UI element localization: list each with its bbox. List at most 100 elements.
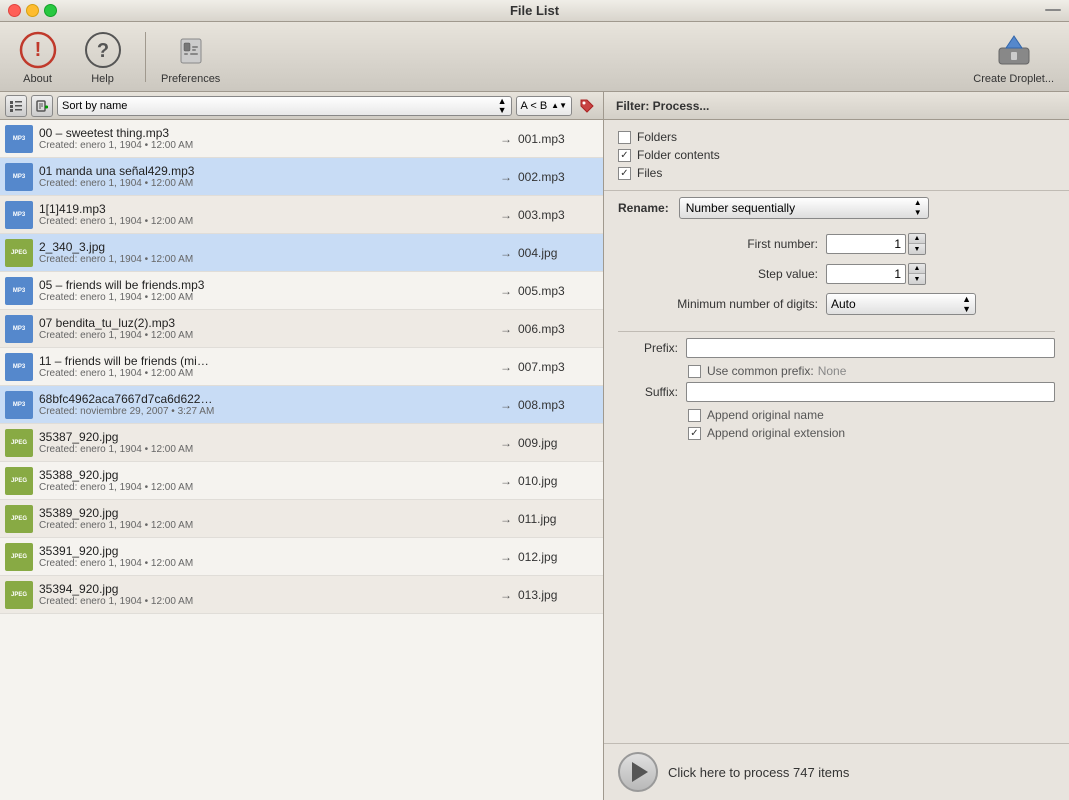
list-item[interactable]: MP3 05 – friends will be friends.mp3 Cre… [0, 272, 603, 310]
file-newname: 004.jpg [518, 246, 598, 260]
suffix-label: Suffix: [618, 385, 678, 399]
use-common-prefix-checkbox[interactable] [688, 365, 701, 378]
order-select[interactable]: A < B ▲▼ [516, 96, 572, 116]
step-value-stepper[interactable]: ▲ ▼ [908, 263, 926, 285]
file-info: 35394_920.jpg Created: enero 1, 1904 • 1… [39, 582, 494, 607]
prefix-input[interactable] [686, 338, 1055, 358]
suffix-input[interactable] [686, 382, 1055, 402]
min-digits-row: Minimum number of digits: Auto ▲▼ [618, 293, 1055, 315]
file-arrow: → [500, 550, 512, 564]
list-item[interactable]: JPEG 35387_920.jpg Created: enero 1, 190… [0, 424, 603, 462]
list-item[interactable]: MP3 01 manda una señal429.mp3 Created: e… [0, 158, 603, 196]
step-value-input[interactable] [826, 264, 906, 284]
rename-mode-select[interactable]: Number sequentially ▲▼ [679, 197, 929, 219]
create-droplet-button[interactable]: Create Droplet... [973, 29, 1054, 85]
file-type-icon: JPEG [5, 543, 33, 571]
use-common-prefix-label: Use common prefix: [707, 364, 814, 378]
file-meta: Created: enero 1, 1904 • 12:00 AM [39, 330, 494, 341]
file-name: 68bfc4962aca7667d7ca6d622… [39, 392, 494, 406]
file-newname: 005.mp3 [518, 284, 598, 298]
files-checkbox[interactable] [618, 167, 631, 180]
preferences-button[interactable]: Preferences [161, 29, 220, 85]
about-label: About [23, 73, 52, 85]
file-arrow: → [500, 284, 512, 298]
list-item[interactable]: JPEG 35388_920.jpg Created: enero 1, 190… [0, 462, 603, 500]
file-meta: Created: noviembre 29, 2007 • 3:27 AM [39, 406, 494, 417]
form-section: First number: ▲ ▼ Step value: ▲ ▼ [604, 225, 1069, 331]
about-icon: ! [17, 29, 59, 71]
toolbar: ! About ? Help Preferences [0, 22, 1069, 92]
file-list[interactable]: MP3 00 – sweetest thing.mp3 Created: ene… [0, 120, 603, 800]
first-number-up[interactable]: ▲ [909, 234, 925, 244]
folders-checkbox[interactable] [618, 131, 631, 144]
help-label: Help [91, 73, 114, 85]
list-view-button[interactable] [5, 95, 27, 117]
filter-files-row: Files [618, 166, 1055, 180]
list-item[interactable]: JPEG 35394_920.jpg Created: enero 1, 190… [0, 576, 603, 614]
list-item[interactable]: JPEG 2_340_3.jpg Created: enero 1, 1904 … [0, 234, 603, 272]
add-files-button[interactable] [31, 95, 53, 117]
window-title: File List [510, 3, 559, 18]
maximize-button[interactable] [44, 4, 57, 17]
file-meta: Created: enero 1, 1904 • 12:00 AM [39, 368, 494, 379]
file-arrow: → [500, 474, 512, 488]
list-item[interactable]: JPEG 35389_920.jpg Created: enero 1, 190… [0, 500, 603, 538]
append-original-name-checkbox[interactable] [688, 409, 701, 422]
append-original-extension-checkbox[interactable] [688, 427, 701, 440]
file-arrow: → [500, 436, 512, 450]
file-info: 35389_920.jpg Created: enero 1, 1904 • 1… [39, 506, 494, 531]
file-newname: 013.jpg [518, 588, 598, 602]
suffix-row: Suffix: [618, 382, 1055, 402]
filter-title: Filter: Process... [616, 99, 709, 113]
file-meta: Created: enero 1, 1904 • 12:00 AM [39, 520, 494, 531]
file-type-icon: JPEG [5, 239, 33, 267]
prefix-row: Prefix: [618, 338, 1055, 358]
sort-select[interactable]: Sort by name ▲▼ [57, 96, 512, 116]
process-label: Click here to process 747 items [668, 765, 849, 780]
file-meta: Created: enero 1, 1904 • 12:00 AM [39, 444, 494, 455]
file-arrow: → [500, 132, 512, 146]
step-value-down[interactable]: ▼ [909, 274, 925, 284]
file-newname: 001.mp3 [518, 132, 598, 146]
file-arrow: → [500, 322, 512, 336]
step-value-label: Step value: [618, 267, 818, 281]
file-meta: Created: enero 1, 1904 • 12:00 AM [39, 254, 494, 265]
file-newname: 012.jpg [518, 550, 598, 564]
list-item[interactable]: MP3 68bfc4962aca7667d7ca6d622… Created: … [0, 386, 603, 424]
folder-contents-checkbox[interactable] [618, 149, 631, 162]
svg-text:!: ! [34, 39, 41, 61]
list-item[interactable]: MP3 11 – friends will be friends (mi… Cr… [0, 348, 603, 386]
rename-label: Rename: [618, 201, 669, 215]
file-info: 07 bendita_tu_luz(2).mp3 Created: enero … [39, 316, 494, 341]
list-item[interactable]: MP3 07 bendita_tu_luz(2).mp3 Created: en… [0, 310, 603, 348]
minimize-button[interactable] [26, 4, 39, 17]
window-controls[interactable] [8, 4, 57, 17]
prefix-label: Prefix: [618, 341, 678, 355]
close-button[interactable] [8, 4, 21, 17]
process-button[interactable] [618, 752, 658, 792]
help-icon: ? [82, 29, 124, 71]
list-item[interactable]: MP3 1[1]419.mp3 Created: enero 1, 1904 •… [0, 196, 603, 234]
about-button[interactable]: ! About [10, 29, 65, 85]
step-value-up[interactable]: ▲ [909, 264, 925, 274]
append-original-extension-row: Append original extension [688, 426, 1055, 440]
step-value-input-wrapper: ▲ ▼ [826, 263, 926, 285]
file-name: 35391_920.jpg [39, 544, 494, 558]
list-item[interactable]: JPEG 35391_920.jpg Created: enero 1, 190… [0, 538, 603, 576]
first-number-stepper[interactable]: ▲ ▼ [908, 233, 926, 255]
file-name: 2_340_3.jpg [39, 240, 494, 254]
process-section: Click here to process 747 items [604, 743, 1069, 800]
file-name: 35389_920.jpg [39, 506, 494, 520]
min-digits-select[interactable]: Auto ▲▼ [826, 293, 976, 315]
first-number-input[interactable] [826, 234, 906, 254]
file-info: 11 – friends will be friends (mi… Create… [39, 354, 494, 379]
first-number-down[interactable]: ▼ [909, 244, 925, 254]
list-item[interactable]: MP3 00 – sweetest thing.mp3 Created: ene… [0, 120, 603, 158]
tag-icon[interactable] [576, 95, 598, 117]
file-newname: 002.mp3 [518, 170, 598, 184]
preferences-icon [170, 29, 212, 71]
file-info: 68bfc4962aca7667d7ca6d622… Created: novi… [39, 392, 494, 417]
file-name: 35394_920.jpg [39, 582, 494, 596]
help-button[interactable]: ? Help [75, 29, 130, 85]
use-common-prefix-row: Use common prefix: None [688, 364, 1055, 378]
